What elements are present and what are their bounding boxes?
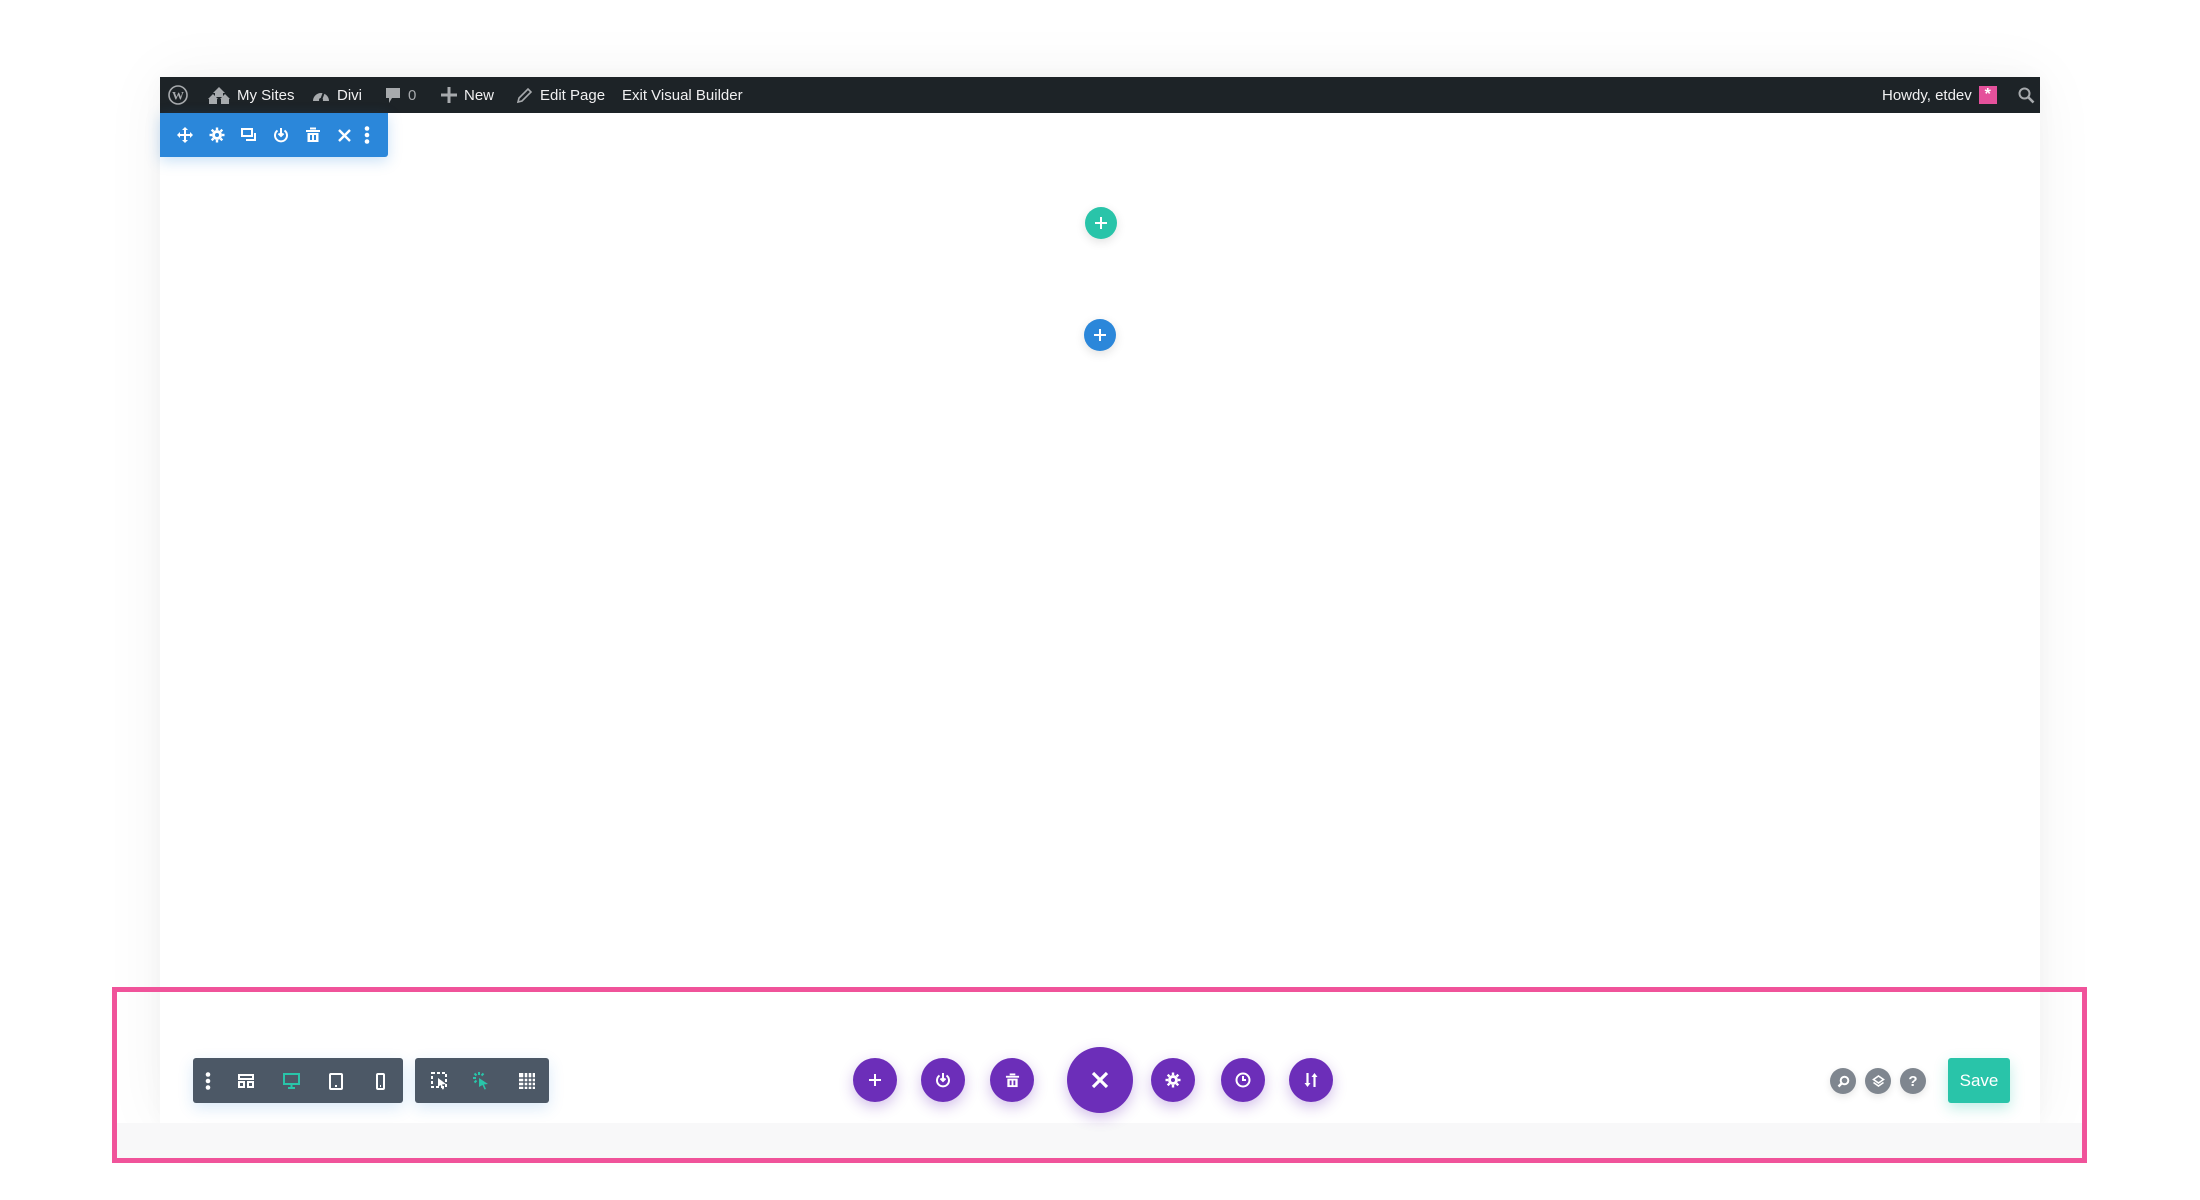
clear-layout-button[interactable] [990, 1058, 1034, 1102]
click-mode-icon[interactable] [427, 1068, 453, 1094]
comments-link[interactable]: 0 [385, 77, 416, 113]
search-icon [2018, 87, 2035, 104]
trash-icon[interactable] [301, 123, 325, 147]
page-settings-button[interactable] [1151, 1058, 1195, 1102]
desktop-view-icon[interactable] [278, 1068, 304, 1094]
view-mode-toolbar [193, 1058, 403, 1103]
layers-icon [1871, 1074, 1885, 1087]
save-button[interactable]: Save [1948, 1058, 2010, 1103]
close-settings-bar-button[interactable] [1067, 1047, 1133, 1113]
exit-visual-builder-label: Exit Visual Builder [622, 86, 743, 104]
exit-visual-builder-link[interactable]: Exit Visual Builder [622, 77, 743, 113]
avatar: * [1978, 86, 1997, 104]
svg-text:W: W [172, 89, 184, 103]
comment-icon [385, 87, 401, 104]
wireframe-view-icon[interactable] [233, 1068, 259, 1094]
gear-icon[interactable] [205, 123, 229, 147]
dashboard-icon [312, 87, 330, 103]
section-toolbar [160, 113, 388, 157]
interaction-mode-toolbar [415, 1058, 549, 1103]
more-icon[interactable] [355, 123, 379, 147]
wp-logo-button[interactable]: W [168, 77, 188, 113]
save-to-library-button[interactable] [921, 1058, 965, 1102]
add-row-button[interactable] [1085, 207, 1117, 239]
add-section-button[interactable] [1084, 319, 1116, 351]
my-sites-icon [208, 86, 230, 104]
move-icon[interactable] [173, 123, 197, 147]
close-icon[interactable] [332, 123, 356, 147]
save-to-library-icon[interactable] [269, 123, 293, 147]
pencil-icon [516, 87, 533, 104]
comments-count: 0 [408, 86, 417, 104]
help-icon: ? [1908, 1072, 1918, 1090]
greeting-label: Howdy, etdev [1882, 86, 1972, 104]
more-icon[interactable] [195, 1068, 221, 1094]
my-sites-label: My Sites [237, 86, 295, 104]
my-sites-menu[interactable]: My Sites [208, 77, 295, 113]
plus-icon [1095, 217, 1107, 229]
edit-page-link[interactable]: Edit Page [516, 77, 605, 113]
site-name-menu[interactable]: Divi [312, 77, 362, 113]
new-label: New [464, 86, 495, 104]
portability-icon [1304, 1073, 1318, 1087]
close-icon [1091, 1071, 1109, 1089]
screen: W My Sites Divi 0 New Edit Page Exit Vis… [0, 0, 2200, 1200]
hover-mode-icon[interactable] [469, 1068, 495, 1094]
plus-icon [1094, 329, 1106, 341]
plus-icon [441, 87, 457, 103]
admin-search-button[interactable] [2018, 77, 2035, 113]
plus-icon [869, 1074, 881, 1086]
trash-icon [1005, 1072, 1019, 1087]
save-to-library-icon [936, 1073, 950, 1088]
account-menu[interactable]: Howdy, etdev * [1882, 77, 1997, 113]
page-footer-gap [116, 1123, 2082, 1159]
gear-icon [1165, 1072, 1181, 1088]
help-button[interactable]: ? [1900, 1068, 1926, 1094]
grid-mode-icon[interactable] [514, 1068, 540, 1094]
history-icon [1235, 1072, 1251, 1088]
duplicate-icon[interactable] [237, 123, 261, 147]
tablet-view-icon[interactable] [323, 1068, 349, 1094]
portability-button[interactable] [1289, 1058, 1333, 1102]
add-from-library-button[interactable] [853, 1058, 897, 1102]
edit-page-label: Edit Page [540, 86, 606, 104]
new-content-menu[interactable]: New [441, 77, 494, 113]
history-button[interactable] [1221, 1058, 1265, 1102]
wp-admin-bar: W My Sites Divi 0 New Edit Page Exit Vis… [160, 77, 2040, 113]
wordpress-icon: W [168, 85, 188, 105]
site-name-label: Divi [337, 86, 362, 104]
phone-view-icon[interactable] [367, 1068, 393, 1094]
layers-button[interactable] [1865, 1068, 1891, 1094]
search-icon [1837, 1075, 1849, 1087]
find-button[interactable] [1830, 1068, 1856, 1094]
